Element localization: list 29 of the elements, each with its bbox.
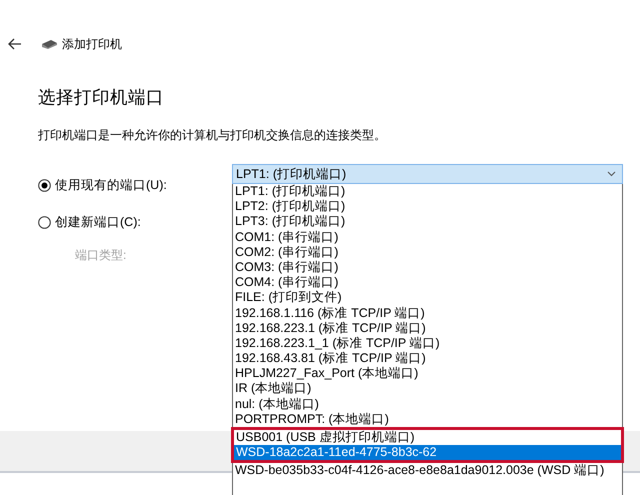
- dropdown-option[interactable]: 192.168.223.1 (标准 TCP/IP 端口): [233, 320, 622, 336]
- dropdown-option[interactable]: LPT3: (打印机端口): [233, 214, 622, 230]
- dropdown-option[interactable]: HPLJM227_Fax_Port (本地端口): [233, 366, 622, 382]
- dropdown-option[interactable]: COM2: (串行端口): [233, 244, 622, 260]
- window-title: 添加打印机: [62, 36, 122, 52]
- dropdown-option[interactable]: nul: (本地端口): [233, 396, 622, 412]
- dropdown-option[interactable]: COM1: (串行端口): [233, 230, 622, 245]
- port-type-label: 端口类型:: [75, 247, 126, 264]
- radio-option[interactable]: 使用现有的端口(U):: [38, 177, 167, 194]
- dropdown-option[interactable]: PORTPROMPT: (本地端口): [233, 412, 622, 427]
- printer-icon: [40, 38, 58, 50]
- dropdown-option[interactable]: LPT1: (打印机端口): [233, 184, 622, 200]
- page-heading: 选择打印机端口: [38, 86, 165, 109]
- caret-icon: [607, 171, 616, 177]
- dropdown-option[interactable]: LPT2: (打印机端口): [233, 199, 622, 214]
- back-arrow-icon[interactable]: [8, 38, 22, 50]
- dropdown-option[interactable]: COM4: (串行端口): [233, 275, 622, 290]
- dropdown-option[interactable]: COM3: (串行端口): [233, 260, 622, 276]
- dropdown-option[interactable]: FILE: (打印到文件): [233, 290, 622, 306]
- description-text: 打印机端口是一种允许你的计算机与打印机交换信息的连接类型。: [38, 127, 387, 144]
- dropdown-option[interactable]: 192.168.43.81 (标准 TCP/IP 端口): [233, 351, 622, 366]
- radio-option[interactable]: 创建新端口(C):: [38, 214, 141, 231]
- port-dropdown[interactable]: LPT1: (打印机端口): [232, 164, 623, 184]
- dropdown-option[interactable]: WSD-be035b33-c04f-4126-ace8-e8e8a1da9012.003e (WSD 端口): [233, 463, 622, 479]
- dropdown-option[interactable]: USB001 (USB 虚拟打印机端口): [234, 430, 621, 446]
- dropdown-option[interactable]: WSD-18a2c2a1-11ed-4775-8b3c-62: [234, 445, 621, 460]
- dropdown-option[interactable]: 192.168.1.116 (标准 TCP/IP 端口): [233, 306, 622, 321]
- dropdown-option[interactable]: IR (本地端口): [233, 381, 622, 397]
- dropdown-option[interactable]: 192.168.223.1_1 (标准 TCP/IP 端口): [233, 336, 622, 352]
